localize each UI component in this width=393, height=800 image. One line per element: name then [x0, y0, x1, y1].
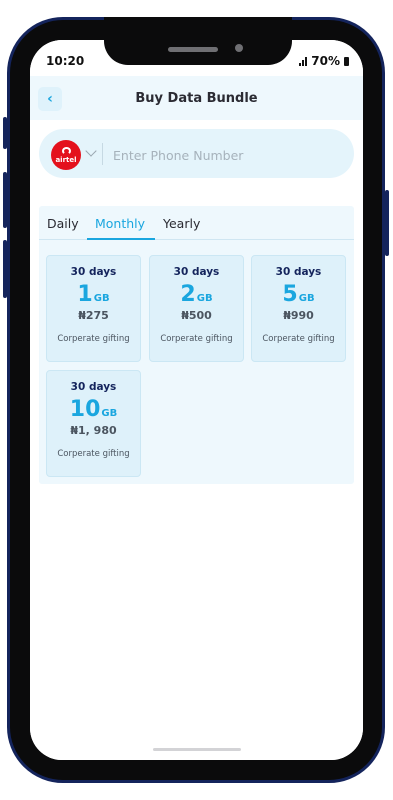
bundle-type: Corperate gifting — [57, 334, 130, 344]
phone-side-button-right — [385, 190, 389, 256]
airtel-swirl-icon — [61, 146, 71, 155]
bundle-panel: Daily Monthly Yearly 30 days 1GB ₦275 Co… — [39, 206, 354, 484]
bundle-price: ₦275 — [78, 309, 109, 322]
speaker-grille — [168, 47, 218, 52]
bundle-size-unit: GB — [196, 293, 213, 304]
status-indicators: 70% — [299, 54, 349, 68]
bundle-validity: 30 days — [173, 266, 220, 278]
page-title: Buy Data Bundle — [135, 91, 258, 106]
bundle-price: ₦1, 980 — [70, 424, 117, 437]
bundle-validity: 30 days — [275, 266, 322, 278]
phone-mockup: 10:20 70% ‹ Buy Data Bundle airtel Enter… — [0, 0, 393, 800]
bundle-card-2gb[interactable]: 30 days 2GB ₦500 Corperate gifting — [149, 255, 244, 362]
home-indicator[interactable] — [153, 748, 241, 751]
bundle-card-1gb[interactable]: 30 days 1GB ₦275 Corperate gifting — [46, 255, 141, 362]
bundle-type: Corperate gifting — [262, 334, 335, 344]
bundle-size-unit: GB — [93, 293, 110, 304]
bundle-size-value: 5 — [282, 282, 298, 307]
bundle-size-unit: GB — [298, 293, 315, 304]
network-selector-logo[interactable]: airtel — [51, 140, 81, 170]
phone-number-input-group: airtel — [39, 129, 354, 178]
signal-icon — [299, 56, 308, 66]
period-tabs: Daily Monthly Yearly — [39, 206, 354, 240]
battery-icon — [344, 56, 349, 66]
phone-number-field[interactable] — [111, 142, 345, 168]
battery-percent: 70% — [311, 54, 340, 68]
bundle-size-value: 10 — [69, 397, 101, 422]
bundle-size-value: 2 — [180, 282, 196, 307]
bundle-price: ₦990 — [283, 309, 314, 322]
bundle-validity: 30 days — [70, 266, 117, 278]
bundle-size: 5GB — [252, 282, 345, 307]
tab-daily[interactable]: Daily — [47, 216, 79, 231]
tab-yearly[interactable]: Yearly — [163, 216, 200, 231]
bundle-card-5gb[interactable]: 30 days 5GB ₦990 Corperate gifting — [251, 255, 346, 362]
bundle-validity: 30 days — [70, 381, 117, 393]
bundle-card-10gb[interactable]: 30 days 10GB ₦1, 980 Corperate gifting — [46, 370, 141, 477]
chevron-down-icon[interactable] — [85, 145, 97, 157]
bundle-size: 2GB — [150, 282, 243, 307]
phone-screen: 10:20 70% ‹ Buy Data Bundle airtel Enter… — [30, 40, 363, 760]
tab-monthly[interactable]: Monthly — [95, 216, 145, 231]
bundle-type: Corperate gifting — [57, 449, 130, 459]
network-logo-text: airtel — [55, 155, 77, 164]
bundle-type: Corperate gifting — [160, 334, 233, 344]
status-time: 10:20 — [46, 54, 85, 68]
active-tab-underline — [87, 238, 155, 240]
bundle-price: ₦500 — [181, 309, 212, 322]
front-camera — [235, 44, 243, 52]
bundle-size: 10GB — [47, 397, 140, 422]
bundle-size-unit: GB — [101, 408, 118, 419]
bundle-size-value: 1 — [77, 282, 93, 307]
bundle-size: 1GB — [47, 282, 140, 307]
input-divider — [102, 143, 103, 165]
phone-notch — [104, 17, 292, 65]
